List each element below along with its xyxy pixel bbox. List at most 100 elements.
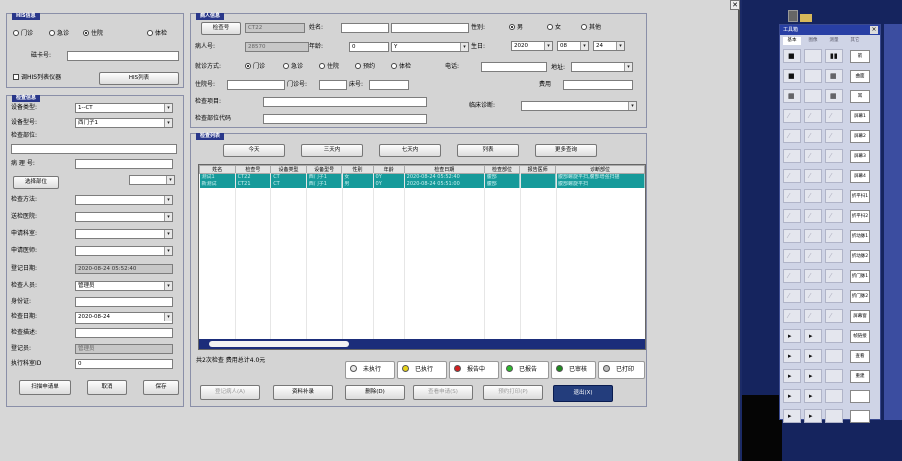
name-input[interactable] <box>341 23 389 33</box>
scan-form-button[interactable]: 扫描申请单 <box>19 380 71 395</box>
tool-label-button[interactable]: 屏幕3 <box>850 150 870 163</box>
column-header[interactable]: 检查号 <box>234 165 272 174</box>
tool-label-button[interactable]: 帧链接 <box>850 330 870 343</box>
tool-button[interactable]: ⁄ <box>804 229 822 243</box>
tool-button[interactable]: ⁄ <box>783 229 801 243</box>
bed-no-input[interactable] <box>369 80 409 90</box>
tool-button[interactable]: ▸ <box>804 329 822 343</box>
tool-button[interactable]: ⁄ <box>804 149 822 163</box>
tool-label-button[interactable]: 查看 <box>850 350 870 363</box>
card-input[interactable] <box>67 51 179 61</box>
tool-button[interactable]: ⁄ <box>825 149 843 163</box>
name-pinyin-input[interactable] <box>391 23 469 33</box>
tool-button[interactable]: ▦ <box>783 89 801 103</box>
close-icon[interactable]: ✕ <box>730 0 740 10</box>
exam-no-button[interactable]: 检查号 <box>201 22 241 35</box>
tool-button[interactable]: ⁄ <box>825 129 843 143</box>
tool-button[interactable]: ▮▮ <box>825 49 843 63</box>
fee-input[interactable] <box>563 80 633 90</box>
tool-button[interactable]: ▸ <box>804 349 822 363</box>
age-input[interactable]: 0 <box>349 42 389 52</box>
tool-button[interactable]: ▸ <box>783 369 801 383</box>
outpatient-no-input[interactable] <box>319 80 347 90</box>
more-search-button[interactable]: 更多查询 <box>535 144 597 157</box>
tool-button[interactable]: ⁄ <box>825 109 843 123</box>
dept-id-input[interactable]: 0 <box>75 359 173 369</box>
tool-button[interactable]: ▸ <box>783 409 801 423</box>
toolbox-tab-other[interactable]: 其它 <box>846 37 864 45</box>
tool-button[interactable]: ⁄ <box>804 189 822 203</box>
tool-button[interactable]: ⁄ <box>783 209 801 223</box>
tool-button[interactable]: ⁄ <box>783 189 801 203</box>
tool-button[interactable]: ⁄ <box>804 209 822 223</box>
save-button[interactable]: 保存 <box>143 380 179 395</box>
exam-date-picker[interactable]: 2020-08-24 ▾ <box>75 312 173 324</box>
table-row[interactable]: 测试1 CT22 CT 西门子1 女 0Y 2020-08-24 05:52:4… <box>199 173 645 181</box>
tool-label-button[interactable]: 折动脉2 <box>850 250 870 263</box>
tool-button[interactable]: ⁄ <box>783 249 801 263</box>
method-select[interactable]: ▾ <box>75 195 173 205</box>
his-radio-inpatient[interactable]: 住院 <box>83 30 103 38</box>
column-header[interactable]: 年龄 <box>372 165 405 174</box>
toolbox-tab-image[interactable]: 图像 <box>804 37 822 45</box>
tool-label-button[interactable]: 折平扫2 <box>850 210 870 223</box>
column-header[interactable]: 诊断部位 <box>554 165 645 174</box>
records-table[interactable]: 姓名 检查号 设备类型 设备型号 性别 年龄 检查日期 检查部位 报告医师 诊断… <box>198 164 646 350</box>
column-header[interactable]: 性别 <box>341 165 374 174</box>
tool-button[interactable]: ▸ <box>783 349 801 363</box>
tool-button[interactable]: ⁄ <box>783 169 801 183</box>
tool-button[interactable]: ⁄ <box>804 269 822 283</box>
tool-label-button[interactable] <box>850 410 870 423</box>
tool-label-button[interactable]: 折门脉1 <box>850 270 870 283</box>
filter-3days-button[interactable]: 三天内 <box>301 144 363 157</box>
visit-radio-emergency[interactable]: 急诊 <box>283 63 303 71</box>
tool-button[interactable]: ⁄ <box>825 209 843 223</box>
tool-button[interactable]: ▦ <box>825 89 843 103</box>
tool-button[interactable] <box>825 389 843 403</box>
tool-button[interactable]: ⁄ <box>804 169 822 183</box>
tool-label-button[interactable]: 耳 <box>850 90 870 103</box>
tool-label-button[interactable]: 折门脉2 <box>850 290 870 303</box>
tool-button[interactable]: ▸ <box>783 389 801 403</box>
desc-input[interactable] <box>75 328 173 338</box>
dept-select[interactable]: ▾ <box>75 229 173 239</box>
tool-button[interactable]: ■ <box>783 49 801 63</box>
tool-button[interactable]: ⁄ <box>804 289 822 303</box>
tool-button[interactable]: ⁄ <box>783 309 801 323</box>
tool-label-button[interactable]: 屏幕1 <box>850 110 870 123</box>
tool-button[interactable]: ⁄ <box>783 129 801 143</box>
clinical-diagnosis-select[interactable]: ▾ <box>521 101 637 111</box>
tool-button[interactable] <box>825 329 843 343</box>
visit-radio-inpatient[interactable]: 住院 <box>319 63 339 71</box>
his-radio-outpatient[interactable]: 门诊 <box>13 30 33 38</box>
sex-radio-other[interactable]: 其他 <box>581 24 601 32</box>
phone-input[interactable] <box>481 62 547 72</box>
tool-button[interactable]: ⁄ <box>783 109 801 123</box>
tool-label-button[interactable]: 折动脉1 <box>850 230 870 243</box>
column-header[interactable]: 检查日期 <box>403 165 485 174</box>
doctor-select[interactable]: ▾ <box>75 246 173 256</box>
column-header[interactable]: 设备类型 <box>270 165 307 174</box>
tool-label-button[interactable]: 屏幕2 <box>850 130 870 143</box>
scrollbar-thumb[interactable] <box>209 341 349 347</box>
inpatient-no-input[interactable] <box>227 80 285 90</box>
tool-button[interactable]: ▸ <box>783 329 801 343</box>
device-model-select[interactable]: 西门子1 ▾ <box>75 118 173 128</box>
toolbox-tab-measure[interactable]: 测量 <box>825 37 843 45</box>
tool-button[interactable] <box>825 369 843 383</box>
device-type-select[interactable]: 1--CT ▾ <box>75 103 173 113</box>
tool-button[interactable]: ⁄ <box>825 229 843 243</box>
birth-day-select[interactable]: 24 ▾ <box>593 41 625 51</box>
sex-radio-female[interactable]: 女 <box>547 24 561 32</box>
his-list-button[interactable]: HIS列表 <box>99 72 179 85</box>
print-apply-button[interactable]: 预约打印(P) <box>483 385 543 400</box>
tool-label-button[interactable] <box>850 390 870 403</box>
birth-year-select[interactable]: 2020 ▾ <box>511 41 553 51</box>
tool-label-button[interactable]: 曲面 <box>850 70 870 83</box>
tool-button[interactable]: ▦ <box>825 69 843 83</box>
age-unit-select[interactable]: Y ▾ <box>391 42 469 52</box>
exam-part-input[interactable] <box>11 144 177 154</box>
tool-button[interactable]: ⁄ <box>825 289 843 303</box>
tool-button[interactable] <box>804 69 822 83</box>
close-icon[interactable]: × <box>870 26 878 34</box>
